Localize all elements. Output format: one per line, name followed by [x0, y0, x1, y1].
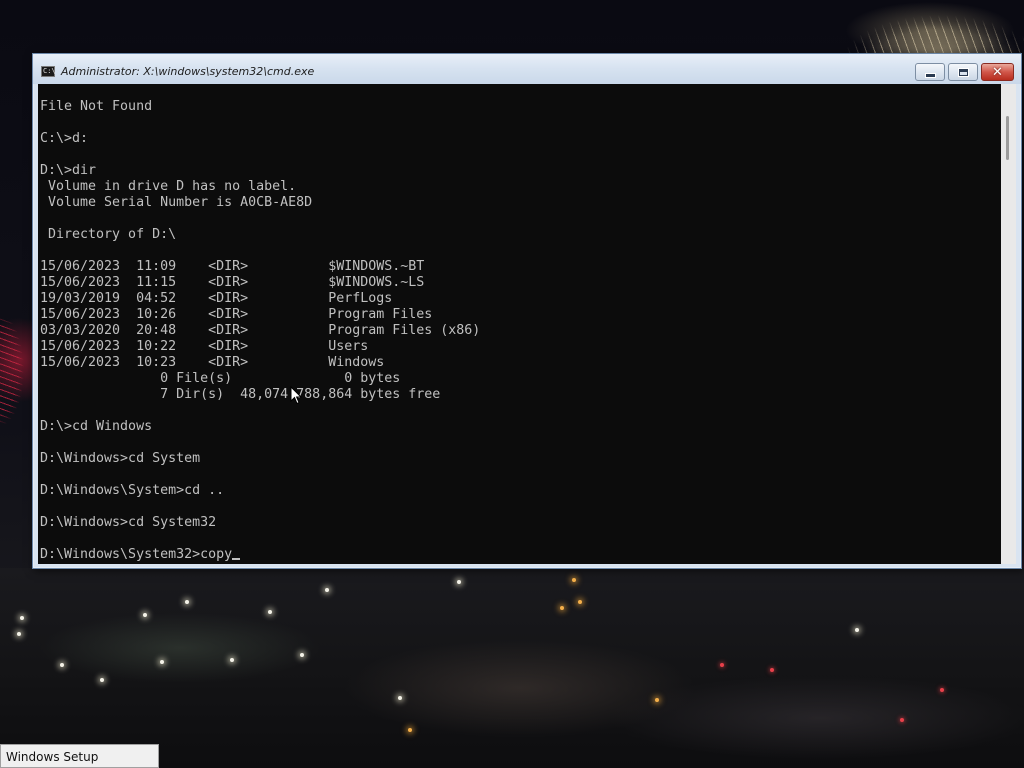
console-line: File Not Found [40, 99, 153, 114]
cmd-icon: C:\ [41, 66, 56, 77]
taskbar-button-label: Windows Setup [6, 750, 99, 764]
console-line: 15/06/2023 10:23 <DIR> Windows [40, 355, 385, 370]
console-line: 15/06/2023 11:09 <DIR> $WINDOWS.~BT [40, 259, 425, 274]
console-line: 15/06/2023 11:15 <DIR> $WINDOWS.~LS [40, 275, 425, 290]
console-line: Volume in drive D has no label. [40, 179, 297, 194]
close-icon: ✕ [992, 64, 1003, 80]
console-line: 7 Dir(s) 48,074,788,864 bytes free [40, 387, 441, 402]
console-text: File Not Found C:\>d: D:\>dir Volume in dr… [40, 99, 480, 563]
console-input[interactable]: copy [200, 547, 232, 562]
text-caret [232, 558, 241, 560]
console-prompt-line[interactable]: D:\Windows\System32>copy [40, 547, 480, 563]
console-line: 19/03/2019 04:52 <DIR> PerfLogs [40, 291, 393, 306]
console-line: 15/06/2023 10:22 <DIR> Users [40, 339, 369, 354]
scroll-thumb[interactable] [1006, 116, 1009, 160]
console-prompt: D:\Windows\System32> [40, 547, 201, 562]
mouse-pointer-icon [290, 386, 302, 405]
window-title: Administrator: X:\windows\system32\cmd.e… [61, 65, 315, 78]
console-line: D:\>cd Windows [40, 419, 153, 434]
console-line: Directory of D:\ [40, 227, 177, 242]
maximize-icon [958, 68, 968, 76]
console-line: Volume Serial Number is A0CB-AE8D [40, 195, 313, 210]
cmd-window[interactable]: C:\ Administrator: X:\windows\system32\c… [32, 53, 1022, 569]
console-line: 0 File(s) 0 bytes [40, 371, 401, 386]
title-bar[interactable]: C:\ Administrator: X:\windows\system32\c… [33, 54, 1021, 84]
firework-decoration [800, 0, 1024, 55]
console-line: D:\Windows>cd System [40, 451, 201, 466]
city-night-scene [0, 568, 1024, 768]
console-line: D:\>dir [40, 163, 97, 178]
console-output[interactable]: File Not Found C:\>d: D:\>dir Volume in dr… [38, 84, 1001, 564]
minimize-icon [924, 72, 936, 78]
console-line: C:\>d: [40, 131, 89, 146]
console-line: D:\Windows\System>cd .. [40, 483, 225, 498]
close-button[interactable]: ✕ [981, 63, 1014, 81]
console-line: 15/06/2023 10:26 <DIR> Program Files [40, 307, 433, 322]
taskbar-windows-setup-button[interactable]: Windows Setup [0, 744, 159, 768]
maximize-button[interactable] [948, 63, 978, 81]
console-line: D:\Windows>cd System32 [40, 515, 217, 530]
firework-decoration-left [0, 300, 34, 440]
console-line: 03/03/2020 20:48 <DIR> Program Files (x8… [40, 323, 481, 338]
vertical-scrollbar[interactable] [1001, 84, 1016, 564]
minimize-button[interactable] [915, 63, 945, 81]
